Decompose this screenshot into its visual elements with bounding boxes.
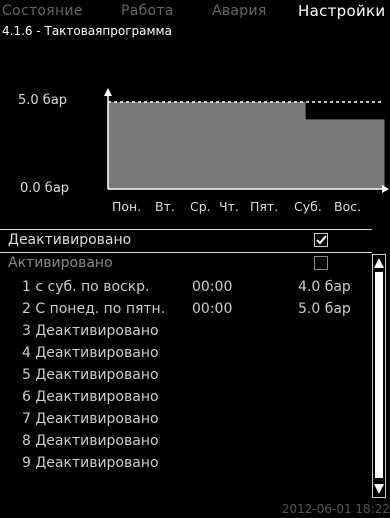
checkbox-checked-icon[interactable]	[314, 233, 328, 247]
program-row[interactable]: 8 Деактивировано	[0, 433, 390, 454]
y-axis-arrow-icon	[104, 88, 112, 96]
y-tick-min: 0.0 бар	[20, 181, 70, 196]
scroll-up-icon	[374, 258, 384, 268]
datetime: 2012-06-01 18:22	[281, 502, 390, 516]
x-tick-sat: Суб.	[294, 199, 322, 214]
tab-alarm[interactable]: Авария	[212, 3, 267, 19]
program-label: 6 Деактивировано	[22, 389, 159, 405]
program-label: 1 с суб. по воскр.	[22, 279, 150, 295]
option-activated-label: Активировано	[8, 255, 113, 271]
program-time: 00:00	[192, 279, 233, 295]
scrollbar-svg	[372, 254, 386, 498]
checkbox-empty-icon[interactable]	[314, 256, 328, 270]
chart-area-segment	[305, 119, 346, 189]
x-tick-thu: Чт.	[219, 199, 239, 214]
checkmark-icon	[316, 235, 327, 245]
tab-settings[interactable]: Настройки	[298, 0, 386, 22]
chart-area-segment	[344, 119, 385, 189]
program-row[interactable]: 2 С понед. по пятн. 00:00 5.0 бар	[0, 301, 390, 322]
option-deactivated[interactable]: Деактивировано	[0, 229, 372, 253]
program-value: 4.0 бар	[298, 279, 351, 295]
option-activated[interactable]: Активировано	[0, 253, 372, 275]
chart-area-segment	[147, 102, 188, 189]
program-label: 4 Деактивировано	[22, 345, 159, 361]
program-row[interactable]: 6 Деактивировано	[0, 389, 390, 410]
program-label: 9 Деактивировано	[22, 455, 159, 471]
program-label: 8 Деактивировано	[22, 433, 159, 449]
program-row[interactable]: 7 Деактивировано	[0, 411, 390, 432]
program-label: 7 Деактивировано	[22, 411, 159, 427]
x-tick-tue: Вт.	[155, 199, 175, 214]
x-tick-wed: Ср.	[190, 199, 211, 214]
tab-status[interactable]: Состояние	[2, 3, 83, 19]
screen-title: 4.1.6 - Тактоваяпрограмма	[2, 24, 172, 38]
x-tick-fri: Пят.	[250, 199, 279, 214]
scroll-down-icon	[374, 484, 384, 494]
x-axis-arrow-icon	[382, 185, 389, 193]
chart-area-segment	[265, 102, 306, 189]
program-row[interactable]: 4 Деактивировано	[0, 345, 390, 366]
x-tick-sun: Вос.	[334, 199, 362, 214]
program-row[interactable]: 1 с суб. по воскр. 00:00 4.0 бар	[0, 279, 390, 300]
program-value: 5.0 бар	[298, 301, 351, 317]
chart-area-segment	[108, 102, 148, 189]
tab-operation[interactable]: Работа	[121, 3, 174, 19]
chart-area-segment	[186, 102, 227, 189]
option-deactivated-label: Деактивировано	[8, 232, 132, 248]
y-tick-max: 5.0 бар	[18, 93, 68, 108]
tab-bar: Состояние Работа Авария Настройки	[0, 0, 390, 22]
program-row[interactable]: 5 Деактивировано	[0, 367, 390, 388]
program-time: 00:00	[192, 301, 233, 317]
program-label: 2 С понед. по пятн.	[22, 301, 166, 317]
program-row[interactable]: 9 Деактивировано	[0, 455, 390, 476]
chart-area-segment	[226, 102, 267, 189]
scroll-thumb	[375, 272, 383, 478]
program-label: 3 Деактивировано	[22, 323, 159, 339]
program-label: 5 Деактивировано	[22, 367, 159, 383]
week-chart: 5.0 бар 0.0 бар Пон. Вт. Ср. Чт. Пят. Су…	[0, 40, 390, 220]
scrollbar[interactable]	[372, 254, 386, 498]
x-tick-mon: Пон.	[112, 199, 142, 214]
program-row[interactable]: 3 Деактивировано	[0, 323, 390, 344]
